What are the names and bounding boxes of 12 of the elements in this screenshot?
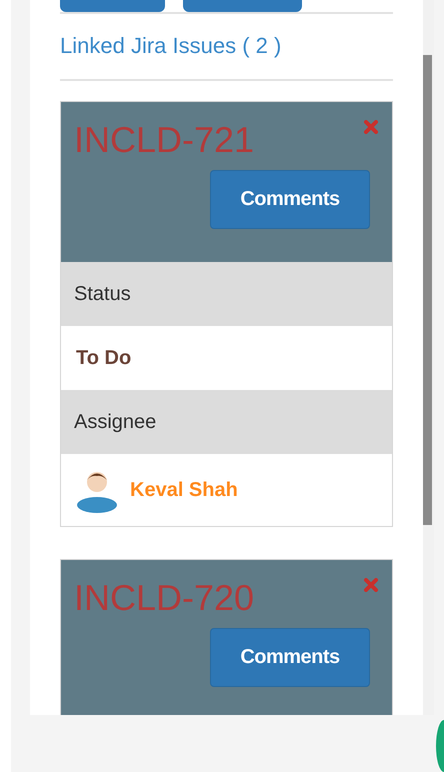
field-label: Status (61, 262, 392, 326)
scrollbar-thumb[interactable] (423, 55, 432, 525)
assignee-name: Keval Shah (130, 478, 238, 502)
status-value: To Do (76, 346, 132, 370)
field-label: Assignee (61, 390, 392, 454)
issue-key: INCLD-720 (74, 576, 370, 620)
close-icon[interactable] (364, 578, 378, 592)
comments-button[interactable]: Comments (210, 628, 370, 687)
section-heading: Linked Jira Issues ( 2 ) (60, 32, 282, 60)
comments-button[interactable]: Comments (210, 170, 370, 229)
close-icon[interactable] (364, 120, 378, 134)
issue-key: INCLD-721 (74, 118, 370, 162)
